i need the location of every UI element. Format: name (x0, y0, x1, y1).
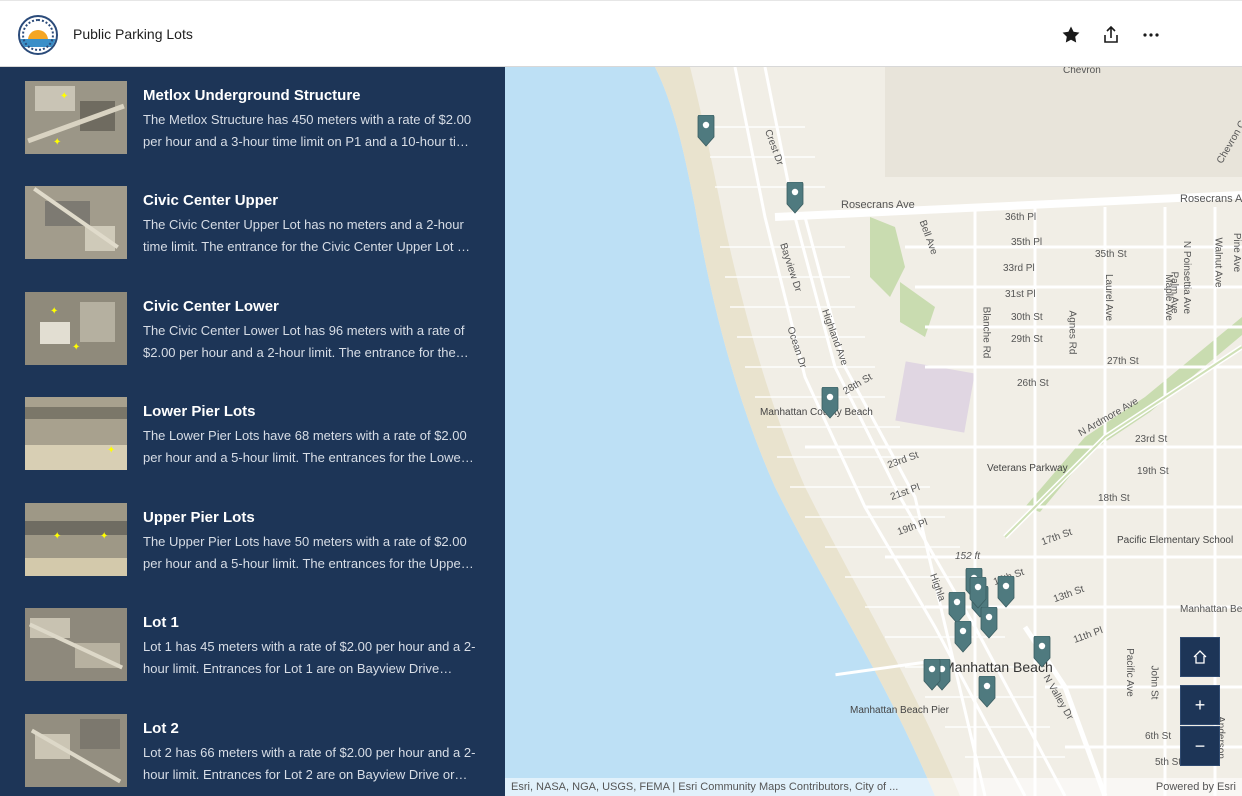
road-label: Walnut Ave (1212, 237, 1224, 288)
aerial-thumbnail: ✦ ✦ (25, 503, 127, 576)
list-item-civic-center-upper[interactable]: Civic Center Upper The Civic Center Uppe… (0, 172, 505, 277)
road-label: 18th St (1098, 493, 1130, 504)
list-item-description: The Metlox Structure has 450 meters with… (143, 112, 472, 149)
road-label: Rosecrans Ave (1180, 193, 1242, 205)
list-item-description: The Civic Center Upper Lot has no meters… (143, 217, 471, 254)
road-label: Blanche Rd (980, 306, 992, 359)
list-item-title: Lower Pier Lots (143, 403, 256, 420)
list-item-title: Lot 1 (143, 614, 179, 631)
road-label: Pine Ave (1231, 232, 1242, 273)
road-label: Manhattan Bea (1180, 604, 1242, 615)
attribution-text: Esri, NASA, NGA, USGS, FEMA | Esri Commu… (511, 781, 899, 793)
list-item-lot-2[interactable]: Lot 2 Lot 2 has 66 meters with a rate of… (0, 700, 505, 796)
zoom-out-button[interactable]: − (1180, 726, 1220, 766)
road-label: 5th St (1155, 757, 1182, 768)
app-header: Public Parking Lots (0, 0, 1242, 67)
elevation-label: 152 ft (955, 551, 981, 562)
list-item-civic-center-lower[interactable]: ✦ ✦ Civic Center Lower The Civic Center … (0, 278, 505, 383)
parking-pin-icon[interactable] (954, 620, 972, 653)
parking-pin-icon[interactable] (978, 675, 996, 708)
favorite-star-icon[interactable] (1059, 23, 1083, 47)
map-view[interactable]: Chevron Chevron Cen Crest Dr Rosecrans A… (505, 67, 1242, 796)
aerial-thumbnail: ✦ (25, 397, 127, 470)
poi-label: Pacific Elementary School (1117, 535, 1234, 546)
home-button[interactable] (1180, 637, 1220, 677)
aerial-thumbnail: ✦ ✦ (25, 292, 127, 365)
road-label: Chevron (1063, 67, 1101, 76)
parking-pin-icon[interactable] (1033, 635, 1051, 668)
road-label: Palm Ave (1168, 271, 1180, 314)
road-label: 29th St (1011, 334, 1043, 345)
zoom-in-button[interactable]: + (1180, 685, 1220, 725)
town-label: Manhattan Beach (943, 659, 1053, 675)
poi-label: Manhattan County Beach (760, 407, 873, 418)
parking-pin-icon[interactable] (697, 114, 715, 147)
road-label: 23rd St (1135, 434, 1168, 445)
parking-pin-icon[interactable] (980, 606, 998, 639)
road-label: 30th St (1011, 312, 1043, 323)
parking-pin-icon[interactable] (821, 386, 839, 419)
list-item-description: Lot 1 has 45 meters with a rate of $2.00… (143, 639, 476, 676)
list-item-lower-pier-lots[interactable]: ✦ Lower Pier Lots The Lower Pier Lots ha… (0, 383, 505, 488)
list-item-title: Lot 2 (143, 720, 179, 737)
parking-pin-icon[interactable] (923, 658, 941, 691)
list-item-description: Lot 2 has 66 meters with a rate of $2.00… (143, 745, 476, 782)
road-label: 19th St (1137, 466, 1169, 477)
road-label: 27th St (1107, 356, 1139, 367)
aerial-thumbnail: ✦ ✦ (25, 81, 127, 154)
road-label: Agnes Rd (1066, 310, 1078, 355)
list-item-title: Civic Center Lower (143, 298, 279, 315)
road-label: 31st Pl (1005, 289, 1036, 300)
list-item-description: The Upper Pier Lots have 50 meters with … (143, 534, 474, 571)
road-label: N Poinsettia Ave (1181, 240, 1193, 315)
aerial-thumbnail (25, 186, 127, 259)
park-label: Veterans Parkway (987, 463, 1068, 474)
list-item-upper-pier-lots[interactable]: ✦ ✦ Upper Pier Lots The Upper Pier Lots … (0, 489, 505, 594)
road-label: 33rd Pl (1003, 263, 1035, 274)
road-label: Laurel Ave (1103, 273, 1115, 322)
parking-pin-icon[interactable] (997, 575, 1015, 608)
app-title: Public Parking Lots (73, 26, 193, 42)
powered-by-esri[interactable]: Powered by Esri (1156, 778, 1236, 796)
share-icon[interactable] (1099, 23, 1123, 47)
parking-pin-icon[interactable] (969, 576, 987, 609)
list-item-description: The Lower Pier Lots have 68 meters with … (143, 428, 474, 465)
list-item-title: Metlox Underground Structure (143, 87, 361, 104)
road-label: Pacific Ave (1123, 648, 1135, 697)
road-label: John St (1148, 665, 1160, 700)
aerial-thumbnail (25, 608, 127, 681)
list-item-description: The Civic Center Lower Lot has 96 meters… (143, 323, 469, 360)
list-item-metlox[interactable]: ✦ ✦ Metlox Underground Structure The Met… (0, 67, 505, 172)
parking-lot-list: ✦ ✦ Metlox Underground Structure The Met… (0, 67, 505, 796)
city-logo (18, 15, 58, 55)
home-icon (1193, 650, 1207, 664)
poi-label: Manhattan Beach Pier (850, 705, 949, 716)
list-item-title: Upper Pier Lots (143, 509, 255, 526)
road-label: 6th St (1145, 731, 1172, 742)
road-label: 35th St (1095, 249, 1127, 260)
map-attribution[interactable]: Esri, NASA, NGA, USGS, FEMA | Esri Commu… (505, 778, 1242, 796)
road-label: Rosecrans Ave (841, 199, 915, 211)
road-label: 36th Pl (1005, 212, 1037, 223)
parking-pin-icon[interactable] (786, 181, 804, 214)
more-options-icon[interactable] (1139, 23, 1163, 47)
list-item-lot-1[interactable]: Lot 1 Lot 1 has 45 meters with a rate of… (0, 594, 505, 699)
list-item-title: Civic Center Upper (143, 192, 279, 209)
road-label: 26th St (1017, 378, 1049, 389)
aerial-thumbnail (25, 714, 127, 787)
road-label: 35th Pl (1011, 237, 1043, 248)
parking-pin-icon[interactable] (948, 591, 966, 624)
